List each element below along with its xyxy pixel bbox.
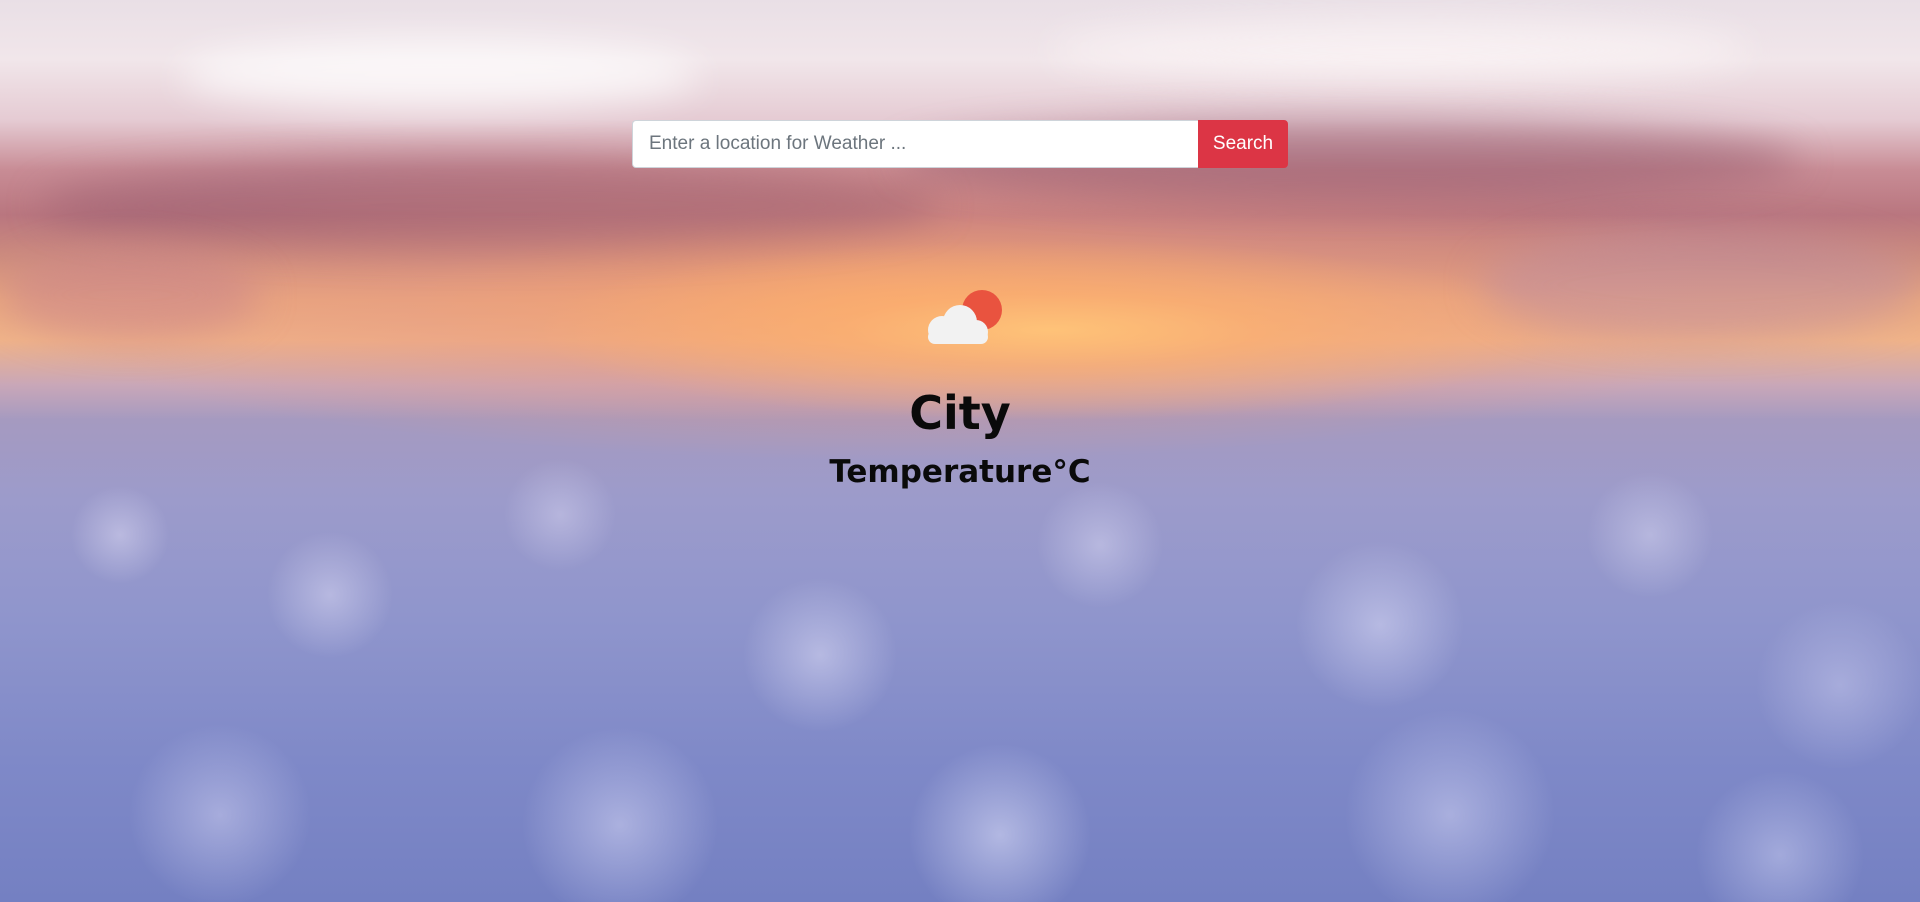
weather-page: Search City Temperature°C bbox=[0, 0, 1920, 902]
background-cloud-streak bbox=[180, 40, 700, 110]
search-form: Search bbox=[632, 120, 1288, 168]
background-cloud-streak bbox=[0, 250, 260, 340]
temperature-reading: Temperature°C bbox=[829, 454, 1091, 490]
city-name: City bbox=[909, 386, 1011, 440]
location-search-input[interactable] bbox=[632, 120, 1198, 168]
background-cloud-streak bbox=[1480, 230, 1920, 340]
background-cloud-streak bbox=[40, 160, 940, 250]
background-cloud-streak bbox=[1050, 20, 1750, 80]
partly-cloudy-icon bbox=[928, 290, 1002, 344]
search-button[interactable]: Search bbox=[1198, 120, 1288, 168]
